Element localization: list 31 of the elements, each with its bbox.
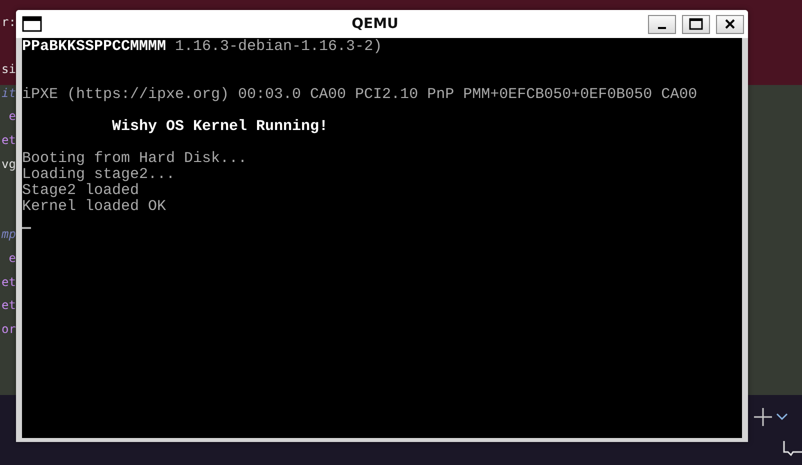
minimize-button[interactable] — [648, 14, 676, 34]
code-text: or — [2, 322, 16, 338]
chevron-icon[interactable] — [776, 413, 788, 421]
console-text: Loading stage2... — [22, 167, 176, 183]
maximize-button[interactable] — [682, 14, 710, 34]
code-text: et — [2, 274, 16, 291]
code-text: vg — [2, 156, 16, 173]
window-title: QEMU — [350, 16, 400, 32]
code-text: mp — [2, 227, 16, 244]
code-text: it — [2, 86, 16, 102]
text-cursor — [22, 227, 31, 229]
maximize-icon — [689, 18, 703, 30]
code-text: e — [8, 250, 16, 267]
console-text: iPXE (https://ipxe.org) 00:03.0 CA00 PCI2.10 PnP PMM+0EFCB050+0EF0B050 CA00 — [22, 87, 698, 103]
console-text: 1.16.3-debian-1.16.3-2) — [174, 39, 382, 55]
plus-icon[interactable] — [753, 407, 773, 427]
console-text: Kernel loaded OK — [22, 199, 166, 215]
close-icon — [724, 18, 736, 30]
close-button[interactable] — [716, 14, 744, 34]
console-text: Booting from Hard Disk... — [22, 151, 248, 167]
comment-icon[interactable] — [783, 440, 802, 457]
minimize-icon — [658, 27, 666, 29]
console-text: Wishy OS Kernel Running! — [111, 119, 328, 135]
code-text: si — [2, 62, 16, 78]
console-text: Stage2 loaded — [22, 183, 140, 199]
console-text: PPaBKKSSPPCCMMMM — [22, 39, 166, 55]
code-text: r: — [2, 15, 16, 31]
code-text: e — [8, 109, 16, 126]
code-text: et — [2, 132, 16, 149]
window-icon — [22, 16, 42, 32]
code-text: et — [2, 298, 16, 314]
